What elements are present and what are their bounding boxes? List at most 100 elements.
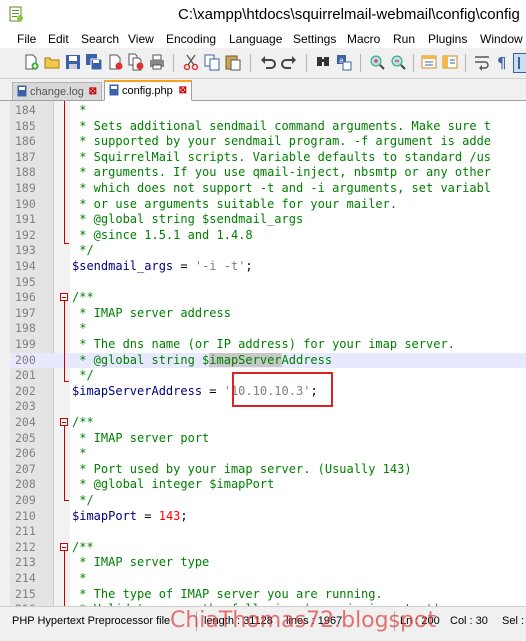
code-line[interactable]: 184 * [10,103,526,119]
line-number: 193 [15,243,36,258]
new-file-icon[interactable] [22,53,40,71]
open-file-icon[interactable] [43,53,61,71]
code-line[interactable]: 207 * Port used by your imap server. (Us… [10,462,526,478]
find-icon[interactable] [314,53,332,71]
code-text: * Sets additional sendmail command argum… [72,119,491,135]
comment-text: Address [281,352,333,367]
code-line[interactable]: 189 * which does not support -t and -i a… [10,181,526,197]
code-line[interactable]: 195 [10,275,526,291]
close-tab-icon[interactable]: ⊠ [179,82,187,100]
code-text: * [72,103,86,119]
undo-icon[interactable] [259,53,277,71]
code-text: */ [72,493,93,509]
code-line[interactable]: 191 * @global string $sendmail_args [10,212,526,228]
code-text: * [72,571,86,587]
status-bar: PHP Hypertext Preprocessor file length :… [0,606,526,641]
line-number: 197 [15,305,36,320]
menu-file[interactable]: File [17,32,36,46]
menu-edit[interactable]: Edit [48,32,69,46]
comment-text: * which does not support -t and -i argum… [72,181,492,195]
close-icon[interactable] [106,53,124,71]
save-all-icon[interactable] [85,53,103,71]
comment-text: * @global integer $imapPort [72,477,275,492]
code-line[interactable]: 199 * The dns name (or IP address) for y… [10,337,526,353]
code-line[interactable]: 196 /** [10,290,526,306]
code-editor[interactable]: 184 * 185 * Sets additional sendmail comm… [10,101,526,606]
menu-settings[interactable]: Settings [293,32,336,46]
code-line[interactable]: 204 /** [10,415,526,431]
fold-toggle-icon[interactable] [60,293,68,301]
tab-change-log[interactable]: change.log ⊠ [12,82,102,100]
fold-toggle-icon[interactable] [60,418,68,426]
code-line[interactable]: 212 /** [10,540,526,556]
close-tab-icon[interactable]: ⊠ [89,83,97,101]
line-number: 202 [15,383,36,398]
tab-config-php[interactable]: config.php ⊠ [104,80,192,101]
line-number: 214 [15,571,36,585]
code-line[interactable]: 197 * IMAP server address [10,306,526,322]
code-line[interactable]: 192 * @since 1.5.1 and 1.4.8 [10,228,526,244]
comment-text: /** [72,539,94,554]
wrap-icon[interactable] [473,53,491,71]
fold-toggle-icon[interactable] [60,543,68,551]
line-number: 187 [15,149,36,164]
code-line[interactable]: 200 * @global string $imapServerAddress [10,352,526,369]
code-text: * [72,446,86,462]
close-all-icon[interactable] [127,53,145,71]
replace-icon[interactable]: a [335,53,353,71]
code-line[interactable]: 198 * [10,321,526,337]
code-line[interactable]: 211 [10,524,526,540]
code-line[interactable]: 214 * [10,571,526,587]
code-line[interactable]: 188 * arguments. If you use qmail-inject… [10,165,526,181]
zoom-out-icon[interactable] [389,53,407,71]
toolbar: a ¶ [0,48,526,79]
menu-window[interactable]: Window [480,32,523,46]
code-line[interactable]: 185 * Sets additional sendmail command a… [10,119,526,135]
show-all-icon[interactable]: ¶ [494,53,512,71]
menu-search[interactable]: Search [81,32,119,46]
menu-encoding[interactable]: Encoding [166,32,216,46]
menu-view[interactable]: View [128,32,154,46]
sync-h-icon[interactable] [441,53,459,71]
menu-run[interactable]: Run [393,32,415,46]
operator: = [202,383,224,398]
line-number: 215 [15,586,36,601]
save-icon[interactable] [64,53,82,71]
cut-icon[interactable] [182,53,200,71]
left-margin [0,101,10,606]
menu-plugins[interactable]: Plugins [428,32,467,46]
code-line[interactable]: 213 * IMAP server type [10,555,526,571]
fold-line [64,101,65,243]
line-number: 184 [15,103,36,117]
code-line[interactable]: 215 * The type of IMAP server you are ru… [10,587,526,603]
comment-text: * Port used by your imap server. (Usuall… [72,461,412,476]
code-line[interactable]: 209 */ [10,493,526,509]
sync-v-icon[interactable] [420,53,438,71]
menu-language[interactable]: Language [229,32,282,46]
code-line[interactable]: 206 * [10,446,526,462]
code-line[interactable]: 205 * IMAP server port [10,431,526,447]
code-line[interactable]: 190 * or use arguments suitable for your… [10,197,526,213]
code-line[interactable]: 194 $sendmail_args = '-i -t'; [10,259,526,275]
line-number: 201 [15,368,36,383]
code-text: $sendmail_args = '-i -t'; [72,259,253,275]
comment-text: * The type of IMAP server you are runnin… [72,586,383,601]
indent-guide-icon[interactable] [513,53,526,73]
paste-icon[interactable] [224,53,242,71]
code-line[interactable]: 187 * SquirrelMail scripts. Variable def… [10,150,526,166]
operator: = [137,508,159,523]
copy-icon[interactable] [203,53,221,71]
code-text: * IMAP server port [72,431,209,447]
code-text: /** [72,415,94,431]
code-line[interactable]: 193 */ [10,243,526,259]
menu-macro[interactable]: Macro [347,32,380,46]
line-number: 189 [15,181,36,195]
print-icon[interactable] [148,53,166,71]
redo-icon[interactable] [280,53,298,71]
code-line[interactable]: 210 $imapPort = 143; [10,509,526,525]
status-lines: lines : 1967 [286,615,343,627]
zoom-in-icon[interactable] [368,53,386,71]
code-line[interactable]: 186 * supported by your sendmail program… [10,134,526,150]
line-number: 211 [15,524,36,539]
code-line[interactable]: 208 * @global integer $imapPort [10,477,526,493]
